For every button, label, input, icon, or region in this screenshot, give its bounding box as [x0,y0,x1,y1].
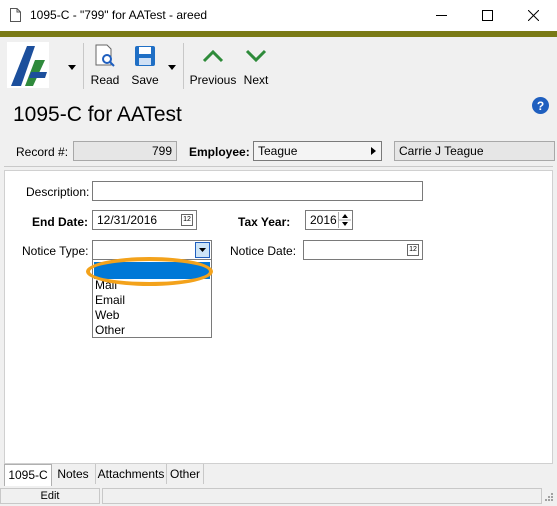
dropdown-option-other[interactable]: Other [94,323,211,338]
divider [4,166,553,167]
save-menu-arrow[interactable] [167,62,177,72]
window-title: 1095-C - "799" for AATest - areed [30,8,208,22]
record-number-field: 799 [73,141,177,161]
employee-label: Employee: [189,145,250,159]
tax-year-label: Tax Year: [238,215,291,229]
notice-type-label: Notice Type: [22,244,89,258]
maximize-icon [481,10,493,21]
employee-id-value: Teague [258,144,298,158]
toolbar-separator [183,43,184,89]
calendar-icon[interactable]: 12 [181,214,193,226]
tax-year-value: 2016 [310,213,337,227]
toolbar: Read Save Previous Next [0,37,557,94]
app-logo-icon [7,42,49,88]
close-button[interactable] [510,0,556,31]
close-icon [527,10,539,21]
dropdown-option-web[interactable]: Web [94,308,211,323]
description-label: Description: [26,185,90,199]
dropdown-option-email[interactable]: Email [94,293,211,308]
dropdown-arrow-icon [68,64,76,70]
resize-grip-icon[interactable] [544,492,554,502]
notice-date-label: Notice Date: [230,244,297,258]
help-icon[interactable]: ? [532,97,549,114]
description-input[interactable] [92,181,423,201]
save-icon [131,43,159,69]
tab-strip: 1095-C Notes Attachments Other [4,464,553,486]
employee-name-field: Carrie J Teague [394,141,555,161]
status-bar: Edit [0,487,557,506]
notice-date-input[interactable]: 12 [303,240,423,260]
next-label: Next [243,73,269,87]
minimize-icon [435,15,447,16]
next-button[interactable]: Next [240,43,272,91]
tab-1095c[interactable]: 1095-C [4,464,52,486]
page-title: 1095-C for AATest [13,103,182,126]
read-label: Read [90,73,120,87]
logo-menu-arrow[interactable] [67,62,77,72]
notice-type-dropdown-button[interactable] [195,242,210,258]
end-date-input[interactable]: 12/31/2016 12 [92,210,197,230]
spinner-arrows-icon [339,214,351,226]
previous-button[interactable]: Previous [190,43,236,91]
minimize-button[interactable] [418,0,464,31]
highlight-annotation [86,257,213,286]
end-date-value: 12/31/2016 [97,213,158,227]
calendar-icon[interactable]: 12 [407,244,419,256]
maximize-button[interactable] [464,0,510,31]
chevron-down-icon [199,248,206,252]
title-bar: 1095-C - "799" for AATest - areed [0,0,557,31]
chevron-up-icon [199,43,227,69]
document-icon [10,8,21,22]
status-mode: Edit [0,488,100,504]
app-logo-button[interactable] [7,42,49,88]
record-number-label: Record #: [16,145,69,159]
chevron-down-icon [242,43,270,69]
dropdown-arrow-icon [168,64,176,70]
end-date-label: End Date: [32,215,89,229]
read-button[interactable]: Read [89,43,121,91]
spinner-buttons[interactable] [338,212,351,228]
save-button[interactable]: Save [129,43,161,91]
chevron-right-icon [371,147,376,155]
tab-notes[interactable]: Notes [51,464,96,484]
employee-lookup-field[interactable]: Teague [253,141,382,161]
read-icon [91,43,119,69]
toolbar-separator [83,43,84,89]
previous-label: Previous [189,73,237,87]
tax-year-spinner[interactable]: 2016 [305,210,353,230]
status-message [102,488,542,504]
tab-other[interactable]: Other [167,464,204,484]
save-label: Save [131,73,159,87]
tab-attachments[interactable]: Attachments [96,464,167,484]
